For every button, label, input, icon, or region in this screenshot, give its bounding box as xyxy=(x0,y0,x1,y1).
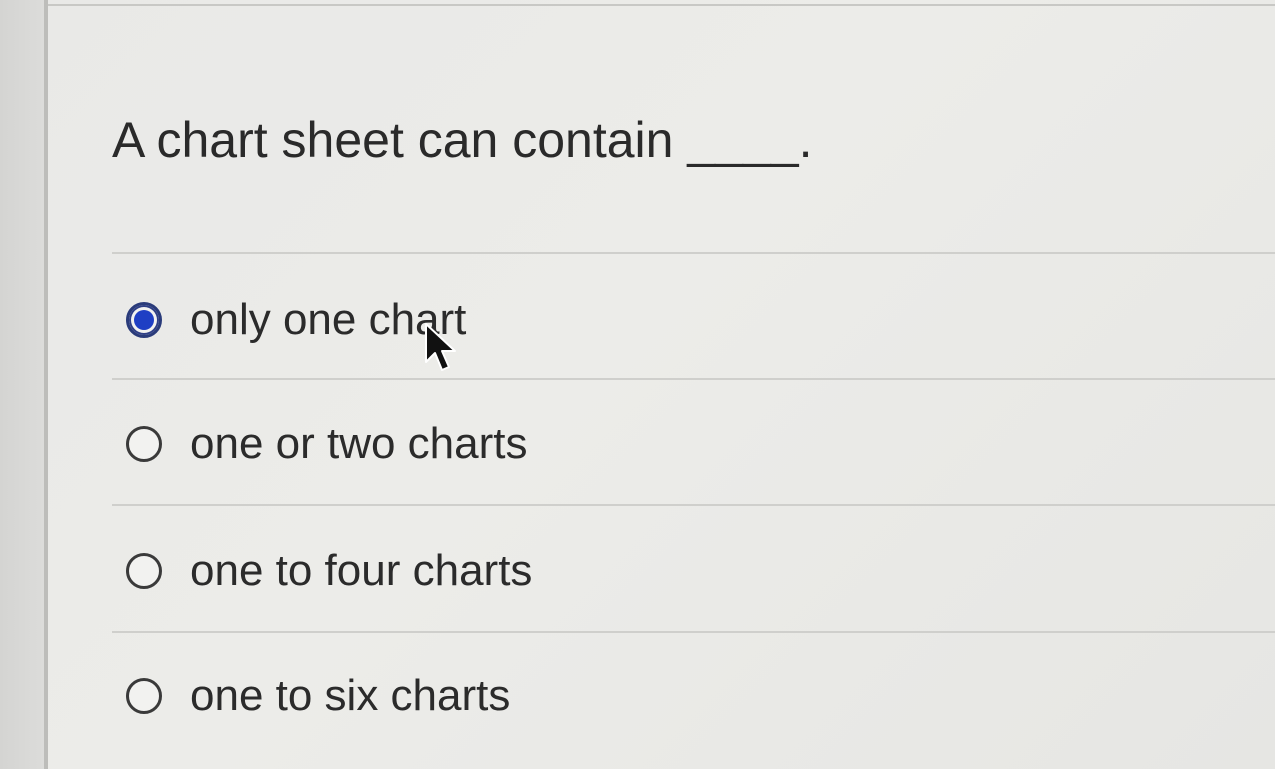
radio-button[interactable] xyxy=(126,426,162,462)
mouse-pointer-icon xyxy=(425,323,456,371)
radio-selected-dot xyxy=(134,310,154,330)
answer-option-1[interactable]: only one chart xyxy=(126,290,466,350)
divider xyxy=(112,378,1275,380)
divider xyxy=(112,252,1275,254)
radio-button[interactable] xyxy=(126,553,162,589)
answer-option-3[interactable]: one to four charts xyxy=(126,541,532,601)
divider xyxy=(112,631,1275,633)
question-panel: A chart sheet can contain ____. only one… xyxy=(44,0,1275,769)
answer-option-label: one to six charts xyxy=(190,671,511,720)
answer-option-2[interactable]: one or two charts xyxy=(126,414,528,474)
left-gutter xyxy=(0,0,44,769)
radio-button-selected[interactable] xyxy=(126,302,162,338)
answer-option-label: one or two charts xyxy=(190,419,528,468)
top-divider xyxy=(48,0,1275,6)
answer-option-label: one to four charts xyxy=(190,546,533,595)
divider xyxy=(112,504,1275,506)
question-text: A chart sheet can contain ____. xyxy=(112,112,813,168)
answer-option-4[interactable]: one to six charts xyxy=(126,666,510,726)
radio-button[interactable] xyxy=(126,678,162,714)
